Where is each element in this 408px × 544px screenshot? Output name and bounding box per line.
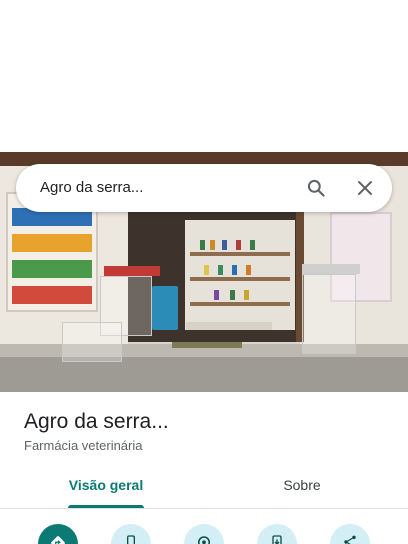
product	[232, 265, 237, 275]
place-category[interactable]: Farmácia veterinária	[24, 438, 143, 453]
product	[204, 265, 209, 275]
pet-cage	[302, 274, 356, 354]
product	[244, 290, 249, 300]
product	[218, 265, 223, 275]
call-button[interactable]	[111, 524, 151, 544]
wire-crate	[62, 322, 122, 362]
product	[214, 290, 219, 300]
close-icon[interactable]	[353, 176, 377, 200]
directions-icon	[49, 534, 67, 544]
shelf	[190, 302, 290, 306]
search-bar[interactable]: Agro da serra...	[16, 164, 392, 212]
tab-divider	[0, 508, 408, 509]
cage-roof	[104, 266, 160, 276]
door-mat	[172, 342, 242, 348]
product	[246, 265, 251, 275]
tab-about[interactable]: Sobre	[252, 477, 352, 493]
shelf	[190, 277, 290, 281]
sidewalk	[0, 357, 408, 392]
counter	[186, 322, 272, 330]
product	[222, 240, 227, 250]
share-button[interactable]	[330, 524, 370, 544]
product	[230, 290, 235, 300]
search-query[interactable]: Agro da serra...	[40, 179, 143, 196]
product	[250, 240, 255, 250]
place-title: Agro da serra...	[24, 410, 169, 433]
cage-roof	[302, 264, 360, 274]
store-shelves	[185, 220, 295, 330]
directions-button[interactable]	[38, 524, 78, 544]
blue-bin	[152, 286, 178, 330]
phone-icon	[123, 534, 139, 544]
search-icon[interactable]	[304, 176, 328, 200]
share-icon	[342, 534, 358, 544]
shelf	[190, 252, 290, 256]
product	[200, 240, 205, 250]
add-to-phone-icon	[269, 534, 285, 544]
map-area-blank	[0, 0, 408, 152]
location-icon	[195, 534, 213, 544]
send-to-phone-button[interactable]	[257, 524, 297, 544]
product	[210, 240, 215, 250]
save-location-button[interactable]	[184, 524, 224, 544]
product	[236, 240, 241, 250]
tab-overview[interactable]: Visão geral	[56, 477, 156, 493]
